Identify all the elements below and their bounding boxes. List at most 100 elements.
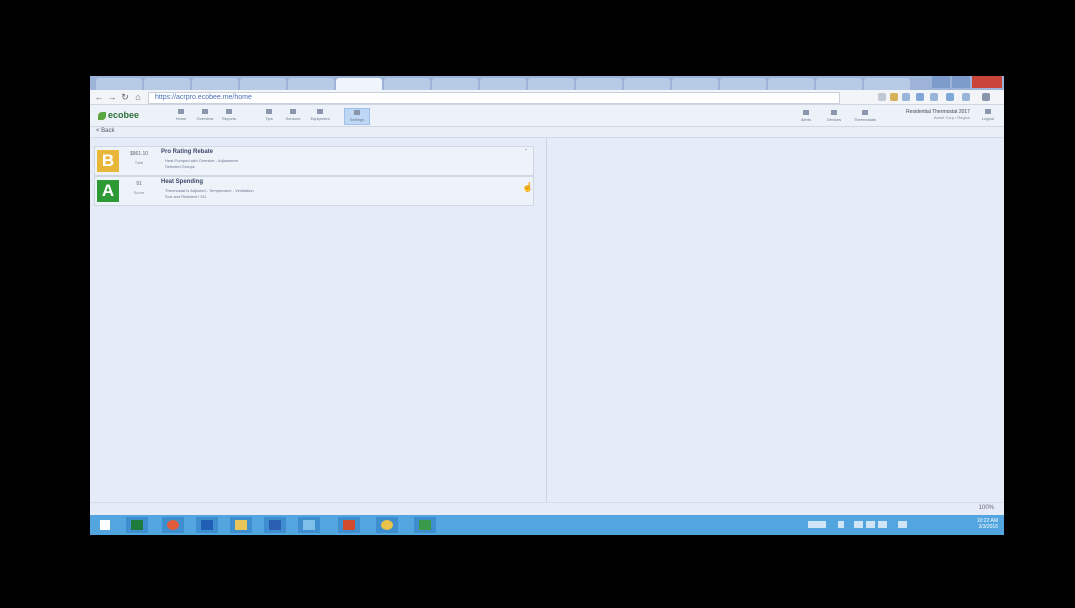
card-detail: Heat Pumped with Oversize - Adjustment [165, 158, 238, 163]
taskbar-app[interactable] [196, 517, 218, 533]
taskbar-app[interactable] [338, 517, 360, 533]
menu-icon[interactable] [982, 93, 990, 101]
nav-reports[interactable]: Reports [218, 108, 240, 123]
leaf-icon [98, 111, 106, 120]
alerts-button[interactable]: Alerts [796, 109, 816, 123]
taskbar-app[interactable] [126, 517, 148, 533]
devices-icon [831, 110, 837, 115]
start-button[interactable] [94, 517, 116, 533]
browser-tab[interactable] [720, 78, 766, 90]
browser-tab[interactable] [768, 78, 814, 90]
address-bar[interactable]: https://acrpro.ecobee.me/home [148, 92, 840, 104]
taskbar-app[interactable] [162, 517, 184, 533]
browser-tab[interactable] [384, 78, 430, 90]
network-icon[interactable] [854, 521, 863, 528]
back-link[interactable]: < Back [96, 128, 115, 134]
nav-tips[interactable]: Tips [258, 108, 280, 123]
browser-tab[interactable] [144, 78, 190, 90]
browser-tab[interactable] [672, 78, 718, 90]
card-detail: Thermostat is Adjusted - Temperature - V… [165, 188, 254, 193]
nav-label: Settings [349, 117, 365, 122]
browser-tab[interactable] [576, 78, 622, 90]
browser-tab[interactable] [528, 78, 574, 90]
nav-equipment[interactable]: Equipment [306, 108, 334, 123]
reload-icon[interactable]: ↻ [120, 92, 130, 102]
clock[interactable]: 10:22 AM 3/3/2016 [977, 518, 998, 530]
nav-settings[interactable]: Settings [344, 108, 370, 125]
browser-tab[interactable] [240, 78, 286, 90]
volume-icon[interactable] [866, 521, 875, 528]
extension-icon[interactable] [962, 93, 970, 101]
score-block: $861.10 Total [121, 151, 157, 165]
score-label: Score [133, 190, 145, 195]
list-item[interactable]: A 91 Score Heat Spending Thermostat is A… [94, 176, 534, 206]
battery-icon[interactable] [878, 521, 887, 528]
browser-tab[interactable] [432, 78, 478, 90]
tray-arrow-icon[interactable] [838, 521, 844, 528]
list-pane: B $861.10 Total Pro Rating Rebate Heat P… [90, 138, 546, 502]
ecobee-logo[interactable]: ecobee [98, 110, 139, 120]
bookmark-star-icon[interactable] [878, 93, 886, 101]
card-title: Pro Rating Rebate [161, 149, 214, 155]
browser-tab[interactable] [864, 78, 910, 90]
home-icon[interactable]: ⌂ [133, 92, 143, 102]
hand-cursor-icon: ☝ [522, 182, 534, 192]
taskbar-app[interactable] [264, 517, 286, 533]
logout-button[interactable]: Logout [978, 108, 998, 123]
card-detail: Selected Groups [165, 164, 195, 169]
forward-arrow-icon[interactable]: → [107, 92, 117, 102]
browser-tab[interactable] [96, 78, 142, 90]
zoom-level[interactable]: 100% [979, 505, 994, 511]
chevron-down-icon[interactable]: ˇ [525, 150, 527, 156]
bell-icon [803, 110, 809, 115]
browser-tab[interactable] [480, 78, 526, 90]
card-title: Heat Spending [161, 179, 204, 185]
keyboard-icon[interactable] [808, 521, 826, 528]
grade-badge: B [97, 150, 119, 172]
browser-tab[interactable] [624, 78, 670, 90]
extension-icon[interactable] [890, 93, 898, 101]
score-block: 91 Score [121, 181, 157, 195]
chart-icon [202, 109, 208, 114]
nav-label: Home [175, 116, 187, 121]
taskbar-app[interactable] [298, 517, 320, 533]
browser-tab[interactable] [288, 78, 334, 90]
browser-tab[interactable] [816, 78, 862, 90]
browser-tab-strip [90, 76, 1004, 90]
screen: ← → ↻ ⌂ https://acrpro.ecobee.me/home ec… [90, 76, 1004, 535]
grade-badge: A [97, 180, 119, 202]
browser-tab-active[interactable] [336, 78, 382, 90]
nav-label: Equipment [310, 116, 330, 121]
minimize-button[interactable] [932, 76, 950, 88]
taskbar-app[interactable] [230, 517, 252, 533]
sub-header: < Back [90, 127, 1004, 138]
devices-button[interactable]: Devices [822, 109, 846, 123]
extension-icon[interactable] [902, 93, 910, 101]
thermostat-icon [862, 110, 868, 115]
taskbar-app[interactable] [414, 517, 436, 533]
logo-text: ecobee [108, 110, 140, 120]
back-arrow-icon[interactable]: ← [94, 92, 104, 102]
flag-icon[interactable] [898, 521, 907, 528]
status-bar: 100% [90, 502, 1004, 516]
extension-icon[interactable] [916, 93, 924, 101]
extension-icon[interactable] [946, 93, 954, 101]
nav-overview[interactable]: Overview [194, 108, 216, 123]
calendar-icon [131, 520, 143, 530]
score-value: $861.10 [129, 151, 149, 157]
list-item[interactable]: B $861.10 Total Pro Rating Rebate Heat P… [94, 146, 534, 176]
nav-home[interactable]: Home [170, 108, 192, 123]
nav-label: Reports [221, 116, 236, 121]
nav-label: Overview [196, 116, 214, 121]
extension-icon[interactable] [930, 93, 938, 101]
browser-tab[interactable] [192, 78, 238, 90]
browser-icon [303, 520, 315, 530]
taskbar-app[interactable] [376, 517, 398, 533]
user-menu[interactable]: Residential Thermostat 2017 Acme Corp / … [890, 109, 970, 120]
powerpoint-icon [343, 520, 355, 530]
close-window-button[interactable] [972, 76, 1002, 88]
maximize-button[interactable] [952, 76, 970, 88]
nav-sensors[interactable]: Sensors [282, 108, 304, 123]
thermostats-button[interactable]: Thermostats [850, 109, 880, 123]
score-value: 91 [136, 181, 142, 187]
